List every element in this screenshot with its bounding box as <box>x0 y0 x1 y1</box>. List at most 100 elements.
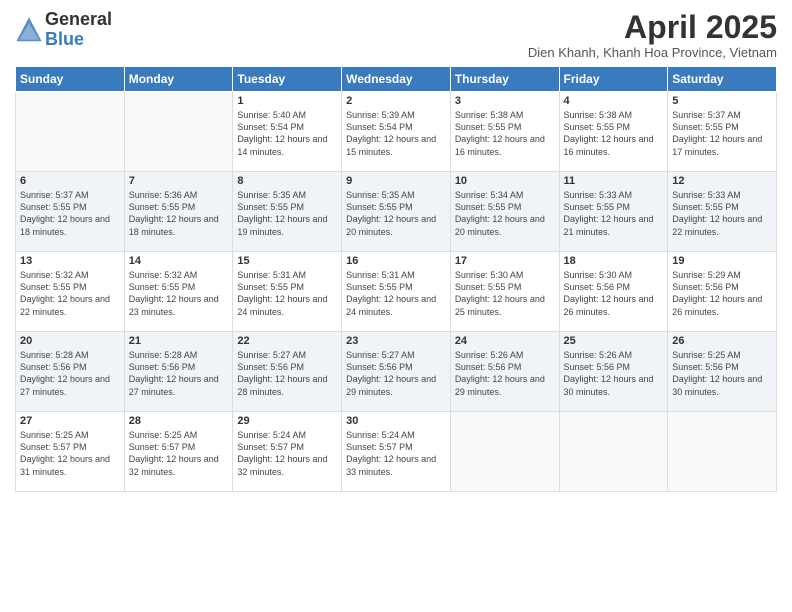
header-saturday: Saturday <box>668 67 777 92</box>
sunrise-text: Sunrise: 5:24 AM <box>346 430 415 440</box>
day-number: 30 <box>346 415 446 427</box>
day-number: 4 <box>564 95 664 107</box>
sunset-text: Sunset: 5:55 PM <box>346 282 413 292</box>
day-number: 29 <box>237 415 337 427</box>
table-row <box>668 412 777 492</box>
day-info: Sunrise: 5:28 AMSunset: 5:56 PMDaylight:… <box>20 349 120 398</box>
sunrise-text: Sunrise: 5:25 AM <box>129 430 198 440</box>
daylight-text: Daylight: 12 hours and 32 minutes. <box>237 454 327 476</box>
day-info: Sunrise: 5:26 AMSunset: 5:56 PMDaylight:… <box>564 349 664 398</box>
logo-icon <box>15 16 43 44</box>
day-info: Sunrise: 5:37 AMSunset: 5:55 PMDaylight:… <box>672 109 772 158</box>
header-thursday: Thursday <box>450 67 559 92</box>
daylight-text: Daylight: 12 hours and 20 minutes. <box>346 214 436 236</box>
calendar-week-row: 20Sunrise: 5:28 AMSunset: 5:56 PMDayligh… <box>16 332 777 412</box>
daylight-text: Daylight: 12 hours and 24 minutes. <box>346 294 436 316</box>
sunset-text: Sunset: 5:54 PM <box>237 122 304 132</box>
sunset-text: Sunset: 5:55 PM <box>129 282 196 292</box>
calendar-header-row: Sunday Monday Tuesday Wednesday Thursday… <box>16 67 777 92</box>
sunrise-text: Sunrise: 5:26 AM <box>455 350 524 360</box>
day-info: Sunrise: 5:24 AMSunset: 5:57 PMDaylight:… <box>237 429 337 478</box>
table-row: 20Sunrise: 5:28 AMSunset: 5:56 PMDayligh… <box>16 332 125 412</box>
table-row <box>124 92 233 172</box>
header-sunday: Sunday <box>16 67 125 92</box>
day-info: Sunrise: 5:27 AM Sunset: 5:56 PM Daylight:… <box>237 349 337 398</box>
sunrise-text: Sunrise: 5:25 AM <box>20 430 89 440</box>
day-number: 23 <box>346 335 446 347</box>
sunrise-text: Sunrise: 5:40 AM <box>237 110 306 120</box>
table-row: 26Sunrise: 5:25 AMSunset: 5:56 PMDayligh… <box>668 332 777 412</box>
sunset-text: Sunset: 5:55 PM <box>20 282 87 292</box>
day-number: 11 <box>564 175 664 187</box>
day-info: Sunrise: 5:25 AMSunset: 5:56 PMDaylight:… <box>672 349 772 398</box>
day-info: Sunrise: 5:30 AMSunset: 5:56 PMDaylight:… <box>564 269 664 318</box>
day-info: Sunrise: 5:33 AMSunset: 5:55 PMDaylight:… <box>564 189 664 238</box>
table-row: 30Sunrise: 5:24 AMSunset: 5:57 PMDayligh… <box>342 412 451 492</box>
day-info: Sunrise: 5:38 AMSunset: 5:55 PMDaylight:… <box>455 109 555 158</box>
day-info: Sunrise: 5:32 AMSunset: 5:55 PMDaylight:… <box>129 269 229 318</box>
table-row: 17Sunrise: 5:30 AMSunset: 5:55 PMDayligh… <box>450 252 559 332</box>
daylight-text: Daylight: 12 hours and 20 minutes. <box>455 214 545 236</box>
day-number: 13 <box>20 255 120 267</box>
header-tuesday: Tuesday <box>233 67 342 92</box>
sunset-text: Sunset: 5:56 PM <box>129 362 196 372</box>
daylight-text: Daylight: 12 hours and 28 minutes. <box>237 374 327 396</box>
sunset-text: Sunset: 5:55 PM <box>672 122 739 132</box>
day-number: 27 <box>20 415 120 427</box>
daylight-text: Daylight: 12 hours and 18 minutes. <box>129 214 219 236</box>
sunrise-text: Sunrise: 5:36 AM <box>129 190 198 200</box>
day-info: Sunrise: 5:36 AMSunset: 5:55 PMDaylight:… <box>129 189 229 238</box>
sunrise-text: Sunrise: 5:31 AM <box>346 270 415 280</box>
daylight-text: Daylight: 12 hours and 27 minutes. <box>129 374 219 396</box>
day-info: Sunrise: 5:28 AMSunset: 5:56 PMDaylight:… <box>129 349 229 398</box>
table-row: 9Sunrise: 5:35 AMSunset: 5:55 PMDaylight… <box>342 172 451 252</box>
sunset-text: Sunset: 5:56 PM <box>564 362 631 372</box>
daylight-text: Daylight: 12 hours and 17 minutes. <box>672 134 762 156</box>
subtitle: Dien Khanh, Khanh Hoa Province, Vietnam <box>528 45 777 60</box>
sunset-text: Sunset: 5:56 PM <box>20 362 87 372</box>
sunrise-text: Sunrise: 5:31 AM <box>237 270 306 280</box>
calendar-table: Sunday Monday Tuesday Wednesday Thursday… <box>15 66 777 492</box>
sunset-text: Sunset: 5:56 PM <box>237 362 304 372</box>
sunset-text: Sunset: 5:55 PM <box>455 282 522 292</box>
day-number: 19 <box>672 255 772 267</box>
sunset-text: Sunset: 5:55 PM <box>237 202 304 212</box>
sunrise-text: Sunrise: 5:33 AM <box>672 190 741 200</box>
sunset-text: Sunset: 5:55 PM <box>455 122 522 132</box>
day-number: 3 <box>455 95 555 107</box>
daylight-text: Daylight: 12 hours and 16 minutes. <box>455 134 545 156</box>
sunrise-text: Sunrise: 5:27 AM <box>237 350 306 360</box>
table-row <box>450 412 559 492</box>
table-row: 19Sunrise: 5:29 AMSunset: 5:56 PMDayligh… <box>668 252 777 332</box>
daylight-text: Daylight: 12 hours and 26 minutes. <box>672 294 762 316</box>
daylight-text: Daylight: 12 hours and 19 minutes. <box>237 214 327 236</box>
table-row: 28Sunrise: 5:25 AMSunset: 5:57 PMDayligh… <box>124 412 233 492</box>
header-wednesday: Wednesday <box>342 67 451 92</box>
header-monday: Monday <box>124 67 233 92</box>
sunset-text: Sunset: 5:57 PM <box>129 442 196 452</box>
table-row: 25 Sunrise: 5:26 AMSunset: 5:56 PMDayligh… <box>559 332 668 412</box>
sunset-text: Sunset: 5:57 PM <box>20 442 87 452</box>
table-row <box>16 92 125 172</box>
day-number: 16 <box>346 255 446 267</box>
day-info: Sunrise: 5:37 AMSunset: 5:55 PMDaylight:… <box>20 189 120 238</box>
day-info: Sunrise: 5:31 AMSunset: 5:55 PMDaylight:… <box>237 269 337 318</box>
day-info: Sunrise: 5:32 AMSunset: 5:55 PMDaylight:… <box>20 269 120 318</box>
sunset-text: Sunset: 5:56 PM <box>564 282 631 292</box>
day-info: Sunrise: 5:31 AM Sunset: 5:55 PM Daylight:… <box>346 269 446 318</box>
sunrise-text: Sunrise: 5:25 AM <box>672 350 741 360</box>
table-row: 18Sunrise: 5:30 AMSunset: 5:56 PMDayligh… <box>559 252 668 332</box>
day-number: 15 <box>237 255 337 267</box>
table-row: 6Sunrise: 5:37 AMSunset: 5:55 PMDaylight… <box>16 172 125 252</box>
day-info: Sunrise: 5:39 AMSunset: 5:54 PMDaylight:… <box>346 109 446 158</box>
day-number: 24 <box>455 335 555 347</box>
day-number: 22 <box>237 335 337 347</box>
day-info: Sunrise: 5:34 AMSunset: 5:55 PMDaylight:… <box>455 189 555 238</box>
table-row: 12Sunrise: 5:33 AMSunset: 5:55 PMDayligh… <box>668 172 777 252</box>
logo-general-text: General <box>45 10 112 30</box>
sunrise-text: Sunrise: 5:30 AM <box>455 270 524 280</box>
day-info: Sunrise: 5:38 AMSunset: 5:55 PMDaylight:… <box>564 109 664 158</box>
day-number: 25 <box>564 335 664 347</box>
sunset-text: Sunset: 5:57 PM <box>346 442 413 452</box>
table-row: 24Sunrise: 5:26 AMSunset: 5:56 PMDayligh… <box>450 332 559 412</box>
